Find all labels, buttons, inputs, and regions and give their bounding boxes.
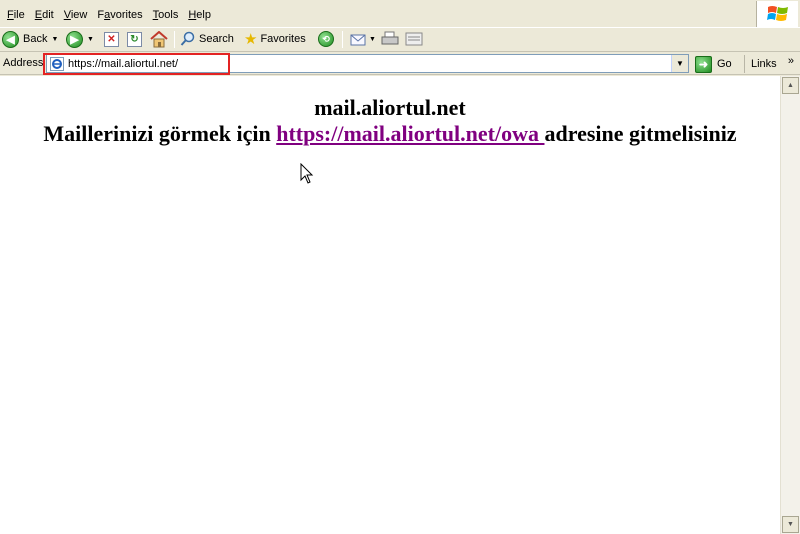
refresh-icon: ↻ xyxy=(127,31,142,47)
forward-arrow-icon: ▶ xyxy=(66,30,83,48)
standard-toolbar: ◀ Back ▼ ▶ ▼ ✕ ↻ Search ★ Favorites ⟲ ▼ xyxy=(0,28,800,52)
edit-page-button[interactable] xyxy=(405,28,423,50)
menu-view[interactable]: View xyxy=(59,7,93,23)
forward-dropdown-icon[interactable]: ▼ xyxy=(87,36,94,43)
message-text-after: adresine gitmelisiniz xyxy=(544,121,737,146)
address-input[interactable]: https://mail.aliortul.net/ ▼ xyxy=(46,54,689,73)
menu-favorites[interactable]: Favorites xyxy=(92,7,147,23)
back-button[interactable]: ◀ Back ▼ xyxy=(2,28,58,50)
ie-page-icon xyxy=(50,57,64,71)
menu-file-key: F xyxy=(7,9,14,21)
menu-edit-key: E xyxy=(34,9,43,21)
favorites-label: Favorites xyxy=(260,33,306,45)
toolbar-separator xyxy=(342,31,343,48)
links-label: Links xyxy=(751,58,777,70)
print-button[interactable] xyxy=(381,28,399,50)
search-button[interactable]: Search xyxy=(180,28,234,50)
menu-tools-rest: ools xyxy=(158,9,179,21)
go-button[interactable]: ➜ Go xyxy=(695,55,732,73)
links-button[interactable]: Links xyxy=(744,55,777,73)
edit-page-icon xyxy=(405,32,423,46)
page-message: Maillerinizi görmek için https://mail.al… xyxy=(0,121,780,147)
back-arrow-icon: ◀ xyxy=(2,30,19,48)
search-label: Search xyxy=(199,33,234,45)
address-dropdown-icon[interactable]: ▼ xyxy=(671,55,688,72)
menu-help-rest: elp xyxy=(196,9,211,21)
menu-file[interactable]: File xyxy=(2,7,30,23)
chevron-right-icon[interactable]: » xyxy=(788,55,794,67)
address-bar: Address https://mail.aliortul.net/ ▼ ➜ G… xyxy=(0,52,800,75)
menu-bar: File Edit View Favorites Tools Help xyxy=(0,0,800,28)
home-button[interactable] xyxy=(150,28,168,50)
mail-icon xyxy=(350,34,366,46)
address-url-text: https://mail.aliortul.net/ xyxy=(68,58,179,70)
toolbar-separator xyxy=(174,31,175,48)
menu-favorites-rest: vorites xyxy=(110,9,143,21)
windows-logo-icon xyxy=(756,1,798,27)
home-icon xyxy=(150,30,168,47)
back-label: Back xyxy=(23,33,48,45)
message-text-before: Maillerinizi görmek için xyxy=(43,121,277,146)
mail-button[interactable]: ▼ xyxy=(350,28,376,50)
scroll-down-icon[interactable]: ▼ xyxy=(782,516,799,533)
address-label: Address xyxy=(3,57,44,69)
menu-edit-rest: dit xyxy=(42,9,54,21)
menu-edit[interactable]: Edit xyxy=(30,7,59,23)
menu-file-rest: ile xyxy=(13,9,25,21)
mail-dropdown-icon[interactable]: ▼ xyxy=(369,36,376,43)
go-arrow-icon: ➜ xyxy=(695,55,712,73)
search-icon xyxy=(180,31,195,46)
forward-button[interactable]: ▶ ▼ xyxy=(66,28,94,50)
refresh-button[interactable]: ↻ xyxy=(127,28,142,50)
page-title: mail.aliortul.net xyxy=(314,95,466,120)
menu-tools[interactable]: Tools xyxy=(148,7,184,23)
history-icon: ⟲ xyxy=(318,31,334,47)
owa-link[interactable]: https://mail.aliortul.net/owa xyxy=(276,121,544,146)
favorites-button[interactable]: ★ Favorites xyxy=(244,28,306,50)
printer-icon xyxy=(381,31,399,45)
menu-view-rest: iew xyxy=(70,9,88,21)
menu-help[interactable]: Help xyxy=(183,7,216,23)
back-dropdown-icon[interactable]: ▼ xyxy=(51,36,58,43)
stop-button[interactable]: ✕ xyxy=(104,28,119,50)
vertical-scrollbar[interactable]: ▲ ▼ xyxy=(780,76,800,534)
scroll-up-icon[interactable]: ▲ xyxy=(782,77,799,94)
stop-icon: ✕ xyxy=(104,31,119,47)
go-label: Go xyxy=(717,58,732,70)
page-content: mail.aliortul.net Maillerinizi görmek iç… xyxy=(0,76,780,534)
history-button[interactable]: ⟲ xyxy=(318,28,334,50)
menu-view-key: V xyxy=(63,9,71,21)
star-icon: ★ xyxy=(244,31,258,48)
